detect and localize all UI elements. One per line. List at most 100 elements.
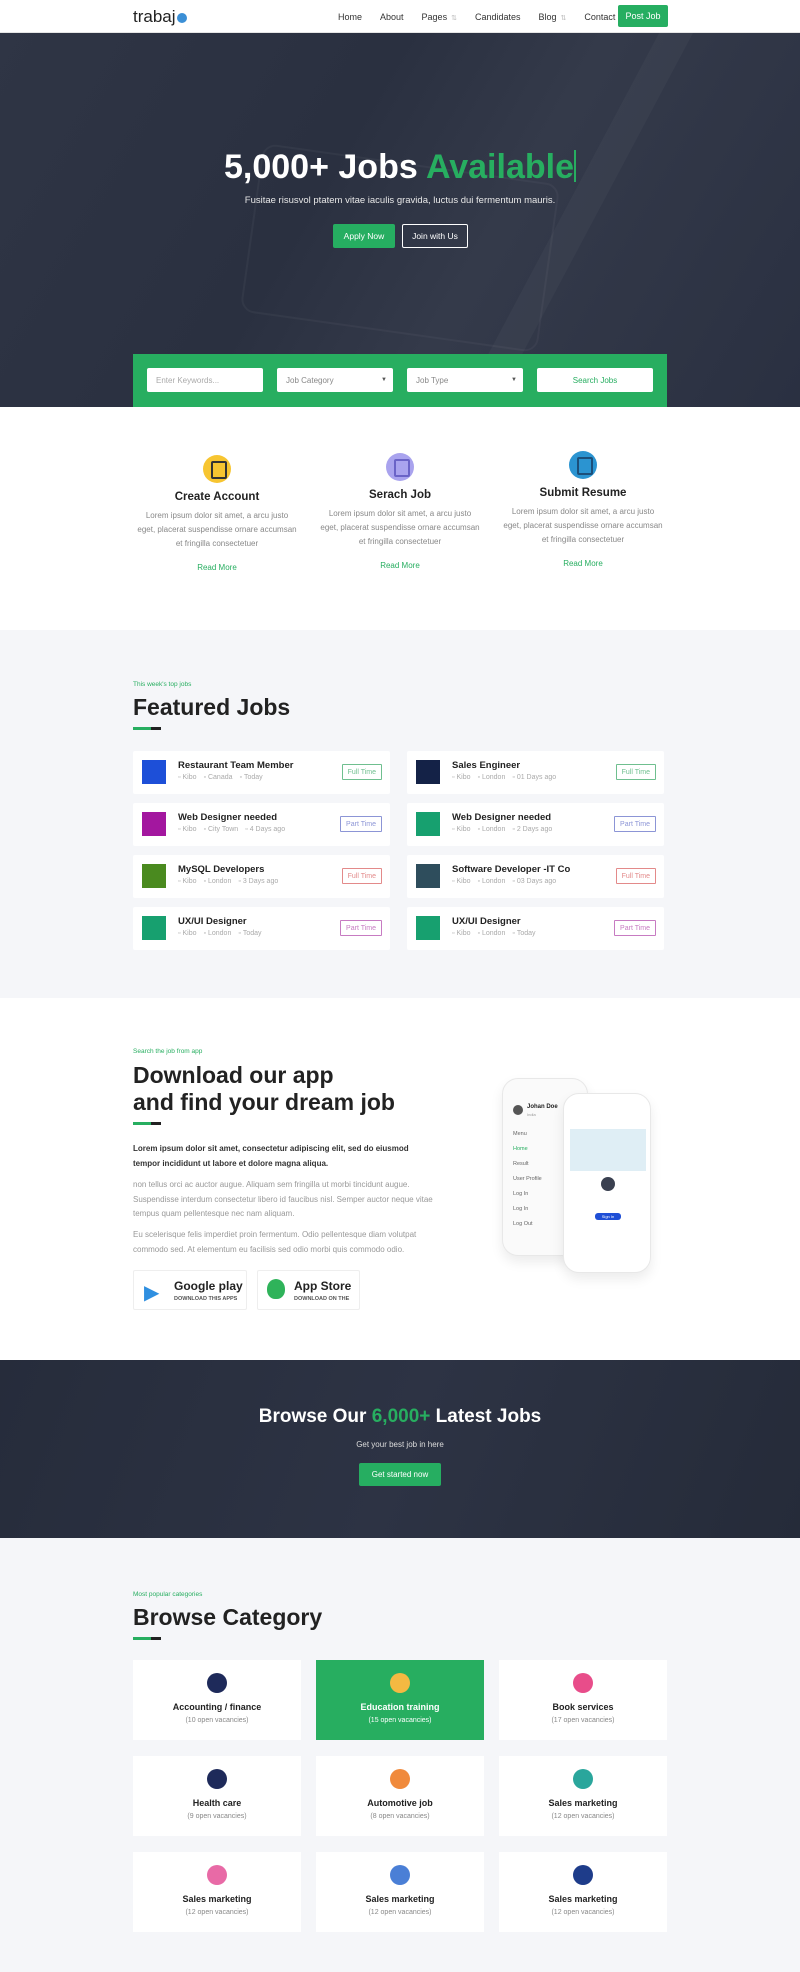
job-title[interactable]: UX/UI Designer bbox=[452, 916, 521, 927]
category-card[interactable]: Accounting / finance (10 open vacancies) bbox=[133, 1660, 301, 1740]
company: Kibo bbox=[452, 878, 470, 885]
dropdown-icon: ⇅ bbox=[451, 14, 457, 22]
category-icon bbox=[573, 1865, 593, 1885]
posted-time: 3 Days ago bbox=[238, 878, 278, 885]
body-text: non tellus orci ac auctor augue. Aliquam… bbox=[133, 1180, 433, 1218]
read-more-link[interactable]: Read More bbox=[137, 563, 297, 572]
sign-in-button: Sign In bbox=[595, 1213, 621, 1220]
job-meta: Kibo City Town 4 Days ago bbox=[178, 826, 285, 833]
apply-now-button[interactable]: Apply Now bbox=[333, 224, 395, 248]
job-title[interactable]: MySQL Developers bbox=[178, 864, 264, 875]
job-title[interactable]: Web Designer needed bbox=[178, 812, 277, 823]
job-category-select[interactable]: Job Category ▼ bbox=[277, 368, 393, 392]
nav-contact[interactable]: Contact bbox=[584, 12, 615, 22]
browse-category-section: Most popular categories Browse Category … bbox=[0, 1538, 800, 1972]
post-job-button[interactable]: Post Job bbox=[618, 5, 668, 27]
job-card[interactable]: Web Designer needed Kibo City Town 4 Days … bbox=[133, 803, 390, 846]
typing-cursor bbox=[573, 150, 576, 182]
company-logo bbox=[142, 916, 166, 940]
job-card[interactable]: MySQL Developers Kibo London 3 Days ago Fu… bbox=[133, 855, 390, 898]
vacancy-count: (17 open vacancies) bbox=[551, 1717, 615, 1724]
job-card[interactable]: UX/UI Designer Kibo London Today Part Time bbox=[133, 907, 390, 950]
banner-title: Browse Our 6,000+ Latest Jobs bbox=[258, 1406, 542, 1427]
chevron-down-icon: ▼ bbox=[511, 377, 517, 383]
job-type-select[interactable]: Job Type ▼ bbox=[407, 368, 523, 392]
job-card[interactable]: Restaurant Team Member Kibo Canada Today F… bbox=[133, 751, 390, 794]
section-kicker: Most popular categories bbox=[133, 1591, 203, 1598]
location: London bbox=[204, 878, 231, 885]
job-type-badge: Part Time bbox=[340, 816, 382, 832]
job-type-badge: Full Time bbox=[341, 764, 382, 780]
illustration bbox=[570, 1129, 646, 1171]
vacancy-count: (12 open vacancies) bbox=[551, 1813, 615, 1820]
job-card[interactable]: Software Developer -IT Co Kibo London 03 D… bbox=[407, 855, 664, 898]
posted-time: 4 Days ago bbox=[245, 826, 285, 833]
app-store-button[interactable]: App Store DOWNLOAD ON THE bbox=[257, 1270, 360, 1310]
vacancy-count: (12 open vacancies) bbox=[185, 1909, 249, 1916]
job-type-badge: Full Time bbox=[615, 764, 656, 780]
category-card[interactable]: Automotive job (8 open vacancies) bbox=[316, 1756, 484, 1836]
keyword-input[interactable]: Enter Keywords... bbox=[147, 368, 263, 392]
google-play-button[interactable]: ▶ Google play DOWNLOAD THIS APPS bbox=[133, 1270, 247, 1310]
category-icon bbox=[207, 1673, 227, 1693]
job-title[interactable]: Web Designer needed bbox=[452, 812, 551, 823]
category-icon bbox=[390, 1769, 410, 1789]
category-card[interactable]: Sales marketing (12 open vacancies) bbox=[499, 1852, 667, 1932]
job-title[interactable]: Sales Engineer bbox=[452, 760, 520, 771]
company: Kibo bbox=[178, 878, 196, 885]
category-icon bbox=[207, 1769, 227, 1789]
nav-candidates[interactable]: Candidates bbox=[475, 12, 521, 22]
job-meta: Kibo London 3 Days ago bbox=[178, 878, 278, 885]
search-jobs-button[interactable]: Search Jobs bbox=[537, 368, 653, 392]
category-card[interactable]: Education training (15 open vacancies) bbox=[316, 1660, 484, 1740]
company: Kibo bbox=[452, 930, 470, 937]
vacancy-count: (15 open vacancies) bbox=[368, 1717, 432, 1724]
job-meta: Kibo London 03 Days ago bbox=[452, 878, 556, 885]
nav-blog[interactable]: Blog ⇅ bbox=[539, 12, 567, 22]
nav-pages[interactable]: Pages ⇅ bbox=[422, 12, 457, 22]
category-name: Sales marketing bbox=[182, 1894, 252, 1904]
category-icon bbox=[207, 1865, 227, 1885]
nav-home[interactable]: Home bbox=[338, 12, 362, 22]
company-logo bbox=[416, 864, 440, 888]
feature-create-account: Create Account Lorem ipsum dolor sit ame… bbox=[137, 455, 297, 572]
company: Kibo bbox=[178, 826, 196, 833]
category-card[interactable]: Sales marketing (12 open vacancies) bbox=[499, 1756, 667, 1836]
read-more-link[interactable]: Read More bbox=[503, 559, 663, 568]
read-more-link[interactable]: Read More bbox=[320, 561, 480, 570]
get-started-button[interactable]: Get started now bbox=[359, 1463, 441, 1486]
company: Kibo bbox=[452, 774, 470, 781]
chevron-down-icon: ▼ bbox=[381, 377, 387, 383]
body-text: Eu scelerisque felis imperdiet proin fer… bbox=[133, 1230, 417, 1254]
featured-jobs-section: This week's top jobs Featured Jobs Resta… bbox=[0, 630, 800, 998]
category-card[interactable]: Book services (17 open vacancies) bbox=[499, 1660, 667, 1740]
banner-subtitle: Get your best job in here bbox=[356, 1440, 444, 1449]
job-card[interactable]: Sales Engineer Kibo London 01 Days ago Ful… bbox=[407, 751, 664, 794]
category-name: Education training bbox=[360, 1702, 440, 1712]
job-card[interactable]: Web Designer needed Kibo London 2 Days ago… bbox=[407, 803, 664, 846]
feature-search-job: Serach Job Lorem ipsum dolor sit amet, a… bbox=[320, 453, 480, 570]
posted-time: 2 Days ago bbox=[512, 826, 552, 833]
location: London bbox=[478, 826, 505, 833]
category-card[interactable]: Sales marketing (12 open vacancies) bbox=[316, 1852, 484, 1932]
avatar bbox=[513, 1105, 523, 1115]
category-name: Accounting / finance bbox=[172, 1702, 262, 1712]
job-title[interactable]: Software Developer -IT Co bbox=[452, 864, 570, 875]
category-card[interactable]: Sales marketing (12 open vacancies) bbox=[133, 1852, 301, 1932]
title-underline bbox=[133, 1637, 161, 1640]
job-card[interactable]: UX/UI Designer Kibo London Today Part Time bbox=[407, 907, 664, 950]
company: Kibo bbox=[452, 826, 470, 833]
category-card[interactable]: Health care (9 open vacancies) bbox=[133, 1756, 301, 1836]
title-underline bbox=[133, 727, 161, 730]
join-with-us-button[interactable]: Join with Us bbox=[402, 224, 468, 248]
nav-about[interactable]: About bbox=[380, 12, 404, 22]
phone-mockup-login: Sign In bbox=[563, 1093, 651, 1273]
job-search-bar: Enter Keywords... Job Category ▼ Job Type… bbox=[133, 354, 667, 407]
job-title[interactable]: UX/UI Designer bbox=[178, 916, 247, 927]
logo[interactable]: trabaj bbox=[133, 7, 187, 27]
location: London bbox=[478, 930, 505, 937]
nav-links: Home About Pages ⇅ Candidates Blog ⇅ Conta… bbox=[338, 0, 615, 33]
job-meta: Kibo London 01 Days ago bbox=[452, 774, 556, 781]
section-kicker: Search the job from app bbox=[133, 1048, 203, 1055]
job-title[interactable]: Restaurant Team Member bbox=[178, 760, 293, 771]
